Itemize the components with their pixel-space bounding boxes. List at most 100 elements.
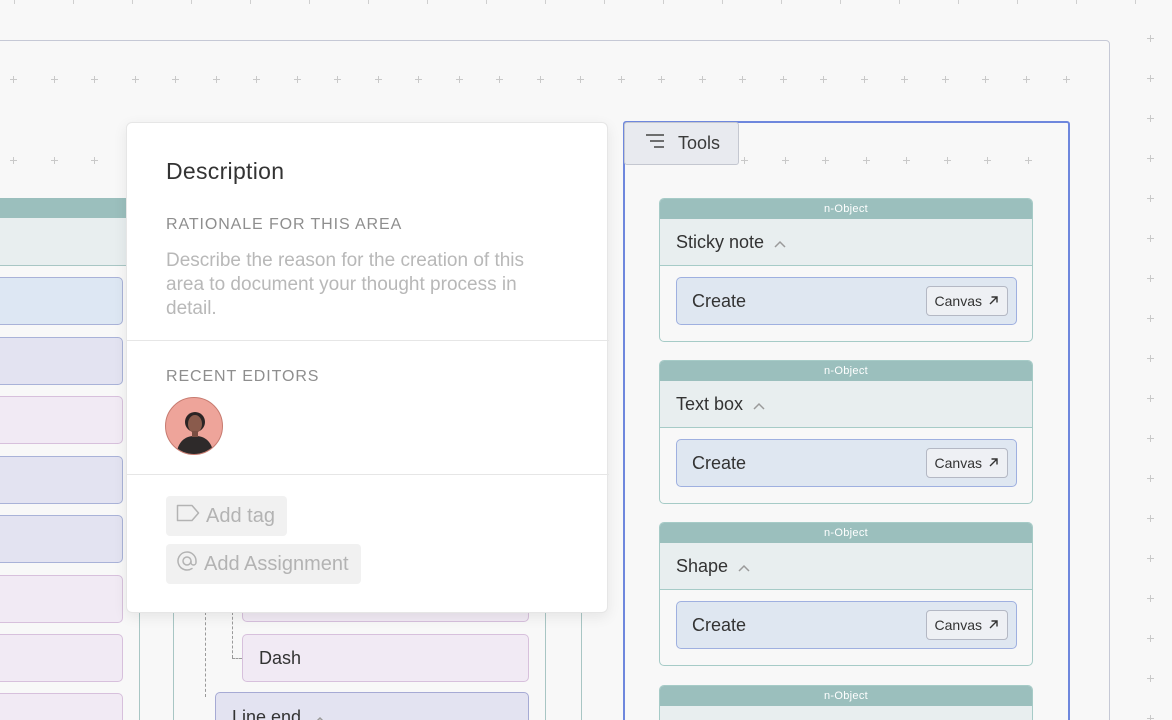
grid-plus [91, 76, 98, 83]
ruler-tick [309, 0, 310, 4]
n-object-sticky-note: n-Object Sticky note Create Canvas [659, 198, 1033, 342]
ruler-tick [1135, 0, 1136, 4]
tools-tab[interactable]: Tools [624, 122, 739, 165]
dash-node[interactable]: Dash [242, 634, 529, 682]
description-card: Description RATIONALE FOR THIS AREA Desc… [126, 122, 609, 613]
grid-plus [822, 157, 829, 164]
ruler-tick [958, 0, 959, 4]
tree-connector [205, 612, 206, 697]
grid-plus [91, 157, 98, 164]
ruler-tick [368, 0, 369, 4]
grid-plus [782, 157, 789, 164]
grid-plus [537, 76, 544, 83]
ruler-tick [604, 0, 605, 4]
left-node-block[interactable] [0, 456, 123, 504]
ruler-tick [663, 0, 664, 4]
ruler-tick [14, 0, 15, 4]
divider [127, 340, 609, 341]
grid-plus [658, 76, 665, 83]
n-object-badge: n-Object [660, 523, 1032, 543]
add-assignment-button[interactable]: Add Assignment [166, 544, 361, 584]
left-node-block[interactable] [0, 337, 123, 385]
n-object-title-row[interactable] [660, 706, 1032, 720]
create-row[interactable]: Create Canvas [676, 439, 1017, 487]
n-object-badge: n-Object [660, 199, 1032, 219]
chevron-up-icon[interactable] [753, 394, 765, 415]
avatar[interactable] [165, 397, 223, 455]
ruler-tick [781, 0, 782, 4]
arrow-up-right-icon [988, 617, 999, 633]
n-object-title-row[interactable]: Text box [660, 381, 1032, 428]
left-node-block[interactable] [0, 634, 123, 682]
n-object-badge: n-Object [660, 686, 1032, 706]
left-node-block[interactable] [0, 396, 123, 444]
ruler-tick [132, 0, 133, 4]
n-object-text-box: n-Object Text box Create Canvas [659, 360, 1033, 504]
n-object-title: Sticky note [676, 231, 765, 252]
canvas-button-label: Canvas [934, 617, 982, 633]
chevron-up-icon[interactable] [314, 708, 326, 720]
grid-plus [984, 157, 991, 164]
left-node-title[interactable] [0, 218, 126, 266]
canvas-button[interactable]: Canvas [925, 610, 1008, 640]
grid-plus [780, 76, 787, 83]
create-row[interactable]: Create Canvas [676, 277, 1017, 325]
canvas-button-label: Canvas [934, 293, 982, 309]
dash-label: Dash [259, 647, 302, 668]
grid-plus [456, 76, 463, 83]
chevron-up-icon[interactable] [774, 232, 786, 253]
grid-plus [375, 76, 382, 83]
arrow-up-right-icon [988, 455, 999, 471]
grid-plus [861, 76, 868, 83]
canvas-button-label: Canvas [934, 455, 982, 471]
left-node-block[interactable] [0, 693, 123, 720]
create-row[interactable]: Create Canvas [676, 601, 1017, 649]
n-object-title-row[interactable]: Shape [660, 543, 1032, 590]
left-node-block[interactable] [0, 277, 123, 325]
rationale-input[interactable]: Describe the reason for the creation of … [166, 249, 566, 321]
grid-plus [10, 157, 17, 164]
tree-connector [232, 658, 242, 659]
container-edge [139, 612, 140, 720]
top-ruler [0, 0, 1172, 4]
ruler-tick [840, 0, 841, 4]
at-sign-icon [176, 550, 198, 578]
grid-plus [942, 76, 949, 83]
n-object-title-row[interactable]: Sticky note [660, 219, 1032, 266]
create-label: Create [692, 290, 747, 311]
left-node-block[interactable] [0, 575, 123, 623]
grid-plus [213, 76, 220, 83]
ruler-tick [427, 0, 428, 4]
create-label: Create [692, 452, 747, 473]
grid-plus [1147, 115, 1154, 122]
grid-plus [1147, 675, 1154, 682]
grid-plus [1025, 157, 1032, 164]
n-object-title: Text box [676, 393, 744, 414]
grid-plus [415, 76, 422, 83]
left-node-header [0, 198, 126, 218]
line-end-node[interactable]: Line end [215, 692, 529, 720]
ruler-tick [899, 0, 900, 4]
canvas-button[interactable]: Canvas [925, 448, 1008, 478]
grid-plus [1147, 435, 1154, 442]
grid-plus [10, 76, 17, 83]
ruler-tick [191, 0, 192, 4]
grid-plus [901, 76, 908, 83]
n-object-partial: n-Object [659, 685, 1033, 720]
grid-plus [982, 76, 989, 83]
ruler-tick [250, 0, 251, 4]
grid-plus [618, 76, 625, 83]
grid-plus [51, 157, 58, 164]
left-node-block[interactable] [0, 515, 123, 563]
grid-plus [172, 76, 179, 83]
grid-plus [1063, 76, 1070, 83]
grid-plus [253, 76, 260, 83]
grid-plus [1147, 555, 1154, 562]
add-tag-button[interactable]: Add tag [166, 496, 287, 536]
recent-editors-label: RECENT EDITORS [166, 368, 320, 385]
grid-plus [944, 157, 951, 164]
chevron-up-icon[interactable] [738, 556, 750, 577]
grid-plus [1147, 355, 1154, 362]
canvas-button[interactable]: Canvas [925, 286, 1008, 316]
add-assignment-label: Add Assignment [204, 552, 349, 575]
